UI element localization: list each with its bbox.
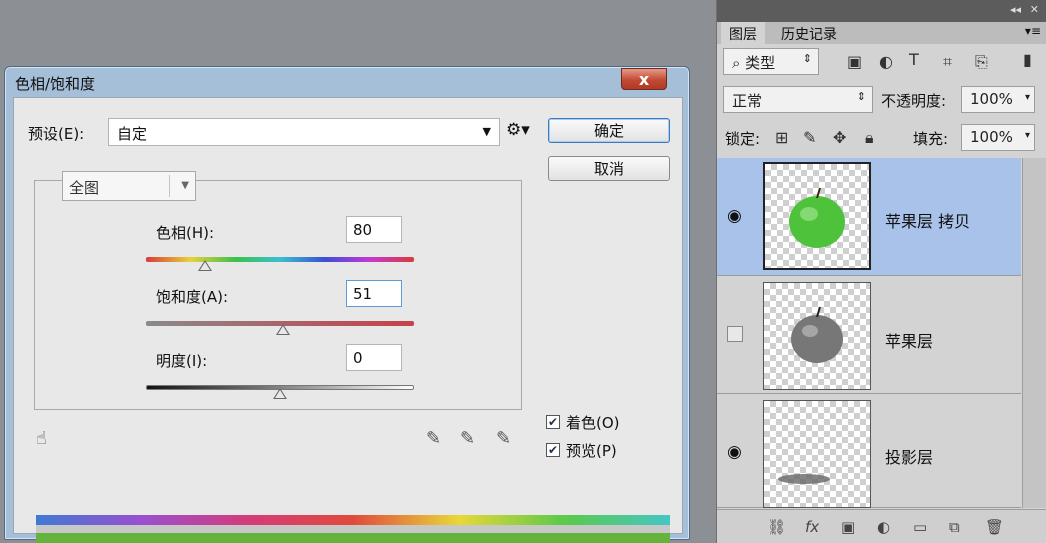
dialog-title: 色相/饱和度 [15,75,96,93]
cancel-button[interactable]: 取消 [548,156,670,181]
layer-name[interactable]: 苹果层 [885,328,933,352]
fx-icon[interactable]: fx [805,518,819,536]
hand-icon[interactable]: ☝ [36,428,47,449]
layer-thumbnail [763,162,871,270]
input-spectrum-bar [36,515,670,525]
new-layer-icon[interactable]: ⧉ [949,518,960,536]
hue-label: 色相(H): [156,224,215,242]
gear-icon[interactable]: ⚙▾ [506,120,530,140]
lightness-label: 明度(I): [156,352,208,370]
saturation-label: 饱和度(A): [156,288,229,306]
layer-row[interactable]: 苹果层 [717,276,1021,394]
blend-mode-select[interactable]: 正常 ⇕ [723,86,873,113]
range-select[interactable]: 全图 ▼ [62,171,196,201]
hue-slider-thumb[interactable] [197,260,212,271]
preset-value: 自定 [117,125,148,143]
layer-row[interactable]: ◉ 苹果层 拷贝 [717,158,1021,276]
chevron-down-icon: ▼ [482,125,491,138]
chevron-down-icon: ▾ [1024,92,1030,103]
tab-layers[interactable]: 图层 [721,22,765,44]
lightness-slider-thumb[interactable] [273,388,287,399]
lock-label: 锁定: [725,130,761,148]
smart-object-filter-icon[interactable]: ⎘ [975,52,988,72]
image-filter-icon[interactable]: ▣ [847,52,862,71]
link-icon[interactable]: ⛓ [767,518,786,536]
colorize-label: 着色(O) [566,414,620,432]
type-filter-icon[interactable]: T [909,50,919,69]
tab-history[interactable]: 历史记录 [773,22,845,44]
shadow-image [778,474,830,484]
scrollbar[interactable] [1022,158,1046,508]
eye-icon[interactable]: ◉ [727,442,742,462]
layer-thumbnail [763,282,871,390]
hue-saturation-dialog: 色相/饱和度 x 预设(E): 自定 ▼ ⚙▾ 确定 取消 全图 ▼ 色相(H)… [4,66,690,543]
layer-name[interactable]: 苹果层 拷贝 [885,208,970,232]
range-value: 全图 [69,179,100,197]
mask-icon[interactable]: ▣ [841,518,855,536]
output-spectrum-bar [36,533,670,543]
apple-green-image [789,187,845,248]
fill-label: 填充: [913,130,949,148]
opacity-input[interactable]: 100% ▾ [961,86,1035,113]
chevron-down-icon: ▼ [181,180,189,191]
lock-all-icon[interactable]: 🔒︎ [865,128,874,148]
preview-checkbox[interactable]: ✔ [546,443,560,457]
trash-icon[interactable]: 🗑︎ [985,518,1004,536]
panel-bottom-toolbar: ⛓ fx ▣ ◐ ▭ ⧉ 🗑︎ [717,509,1046,543]
filter-toggle-icon[interactable]: ▮ [1023,50,1032,69]
panel-titlebar: ◂◂ ✕ [717,0,1046,22]
panel-menu-icon[interactable]: ▾≡ [1025,24,1041,38]
preview-label: 预览(P) [566,442,617,460]
lock-position-icon[interactable]: ✥ [833,128,846,147]
colorize-checkbox[interactable]: ✔ [546,415,560,429]
preset-label: 预设(E): [28,125,85,143]
layers-panel: ◂◂ ✕ 图层 历史记录 ▾≡ ⌕ 类型 ⇕ ▣ ◐ T ⌗ ⎘ ▮ 正常 ⇕ … [716,0,1046,543]
collapse-icon[interactable]: ◂◂ [1010,3,1021,16]
search-icon: ⌕ [732,54,746,72]
eyedropper-plus-icon[interactable]: ✎ [460,428,475,449]
lock-transparent-icon[interactable]: ⊞ [775,128,788,147]
panel-tabs: 图层 历史记录 ▾≡ [717,22,1046,44]
folder-icon[interactable]: ▭ [913,518,927,536]
fill-input[interactable]: 100% ▾ [961,124,1035,151]
eyedropper-icon[interactable]: ✎ [426,428,441,449]
ok-button[interactable]: 确定 [548,118,670,143]
hue-slider-track[interactable] [146,257,414,262]
stepper-icon: ⇕ [856,90,866,103]
lightness-input[interactable]: 0 [346,344,402,371]
hue-input[interactable]: 80 [346,216,402,243]
close-button[interactable]: x [621,68,667,90]
stepper-icon: ⇕ [802,52,812,65]
saturation-slider-thumb[interactable] [275,324,290,335]
adjustment-filter-icon[interactable]: ◐ [879,52,893,71]
eye-icon[interactable]: ◉ [727,206,742,226]
apple-gray-image [791,306,843,363]
saturation-input[interactable]: 51 [346,280,402,307]
eyedropper-minus-icon[interactable]: ✎ [496,428,511,449]
close-icon[interactable]: ✕ [1030,3,1039,16]
filter-select[interactable]: ⌕ 类型 ⇕ [723,48,819,75]
spectrum-divider [36,525,670,533]
lock-paint-icon[interactable]: ✎ [803,128,816,147]
shape-filter-icon[interactable]: ⌗ [943,52,952,72]
layer-name[interactable]: 投影层 [885,444,933,468]
dialog-body: 预设(E): 自定 ▼ ⚙▾ 确定 取消 全图 ▼ 色相(H): 80 饱和度(… [13,97,683,543]
layer-thumbnail [763,400,871,508]
layer-row[interactable]: ◉ 投影层 [717,394,1021,508]
opacity-label: 不透明度: [881,92,947,110]
visibility-off-box[interactable] [727,326,743,342]
chevron-down-icon: ▾ [1024,130,1030,141]
adjustment-group [34,180,522,410]
preset-select[interactable]: 自定 ▼ [108,118,500,146]
adjustment-layer-icon[interactable]: ◐ [877,518,890,536]
